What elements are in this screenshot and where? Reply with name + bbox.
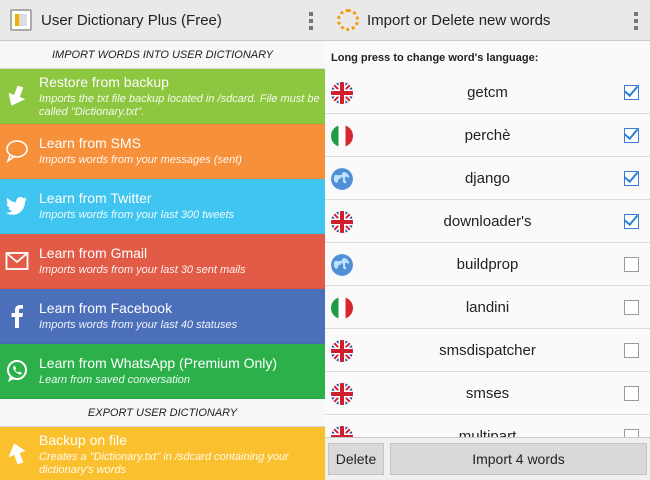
loading-ring-icon bbox=[337, 9, 359, 31]
menu-item-title: Learn from Twitter bbox=[39, 190, 152, 206]
menu-item-twitter[interactable]: Learn from Twitter Imports words from you… bbox=[0, 179, 325, 234]
menu-item-facebook[interactable]: Learn from Facebook Imports words from yo… bbox=[0, 289, 325, 344]
italy-flag-icon[interactable] bbox=[331, 297, 353, 319]
menu-item-title: Learn from Gmail bbox=[39, 245, 148, 261]
import-section-header: IMPORT WORDS INTO USER DICTIONARY bbox=[0, 41, 325, 69]
menu-item-sms[interactable]: Learn from SMS Imports words from your me… bbox=[0, 124, 325, 179]
app-title: User Dictionary Plus (Free) bbox=[41, 11, 222, 29]
menu-item-title: Learn from Facebook bbox=[39, 300, 173, 316]
import-delete-title: Import or Delete new words bbox=[367, 11, 551, 29]
globe-icon[interactable] bbox=[331, 168, 353, 190]
word-row[interactable]: buildprop bbox=[325, 243, 650, 286]
overflow-menu-icon[interactable] bbox=[634, 12, 638, 30]
uk-flag-icon[interactable] bbox=[331, 211, 353, 233]
menu-item-backup[interactable]: Backup on file Creates a "Dictionary.txt"… bbox=[0, 427, 325, 480]
word-checkbox[interactable] bbox=[624, 214, 639, 229]
twitter-bird-icon bbox=[5, 194, 29, 218]
uk-flag-icon[interactable] bbox=[331, 340, 353, 362]
import-words-button[interactable]: Import 4 words bbox=[390, 443, 647, 475]
delete-button[interactable]: Delete bbox=[328, 443, 384, 475]
word-list: getcm perchè django downloader's buildprop la… bbox=[325, 71, 650, 458]
word-checkbox[interactable] bbox=[624, 85, 639, 100]
word-text: downloader's bbox=[443, 212, 532, 230]
word-text: landini bbox=[465, 298, 510, 316]
word-text: smsdispatcher bbox=[439, 341, 536, 359]
whatsapp-phone-icon bbox=[5, 359, 29, 383]
word-row[interactable]: smsdispatcher bbox=[325, 329, 650, 372]
word-text: smses bbox=[465, 384, 510, 402]
menu-item-subtitle: Imports words from your last 300 tweets bbox=[39, 209, 235, 221]
right-action-bar: Import or Delete new words bbox=[325, 0, 650, 41]
menu-item-title: Backup on file bbox=[39, 431, 127, 448]
envelope-icon bbox=[5, 249, 29, 273]
arrow-down-icon bbox=[5, 84, 29, 108]
overflow-menu-icon[interactable] bbox=[309, 12, 313, 30]
menu-item-subtitle: Imports words from your last 40 statuses bbox=[39, 319, 238, 331]
word-checkbox[interactable] bbox=[624, 171, 639, 186]
menu-item-title: Learn from SMS bbox=[39, 135, 141, 151]
word-row[interactable]: downloader's bbox=[325, 200, 650, 243]
word-row[interactable]: landini bbox=[325, 286, 650, 329]
word-checkbox[interactable] bbox=[624, 343, 639, 358]
export-section-header: EXPORT USER DICTIONARY bbox=[0, 399, 325, 427]
action-button-bar: Delete Import 4 words bbox=[325, 437, 650, 480]
arrow-up-icon bbox=[5, 442, 29, 466]
left-action-bar: User Dictionary Plus (Free) bbox=[0, 0, 325, 41]
italy-flag-icon[interactable] bbox=[331, 125, 353, 147]
menu-item-subtitle: Learn from saved conversation bbox=[39, 374, 191, 386]
word-list-hint: Long press to change word's language: bbox=[331, 52, 539, 64]
facebook-f-icon bbox=[5, 304, 29, 328]
globe-icon[interactable] bbox=[331, 254, 353, 276]
word-import-pane: Import or Delete new words Long press to… bbox=[325, 0, 650, 480]
export-menu: Backup on file Creates a "Dictionary.txt"… bbox=[0, 427, 325, 480]
menu-item-subtitle: Imports words from your messages (sent) bbox=[39, 154, 242, 166]
word-checkbox[interactable] bbox=[624, 386, 639, 401]
word-row[interactable]: smses bbox=[325, 372, 650, 415]
app-dictionary-icon bbox=[10, 9, 32, 31]
sms-bubble-icon bbox=[5, 139, 29, 163]
menu-item-title: Restore from backup bbox=[39, 73, 169, 90]
word-checkbox[interactable] bbox=[624, 300, 639, 315]
word-text: getcm bbox=[467, 83, 508, 101]
menu-item-restore[interactable]: Restore from backup Imports the txt file … bbox=[0, 69, 325, 124]
word-row[interactable]: getcm bbox=[325, 71, 650, 114]
word-row[interactable]: django bbox=[325, 157, 650, 200]
menu-item-gmail[interactable]: Learn from Gmail Imports words from your … bbox=[0, 234, 325, 289]
word-row[interactable]: perchè bbox=[325, 114, 650, 157]
word-text: perchè bbox=[464, 126, 511, 144]
menu-item-whatsapp[interactable]: Learn from WhatsApp (Premium Only) Learn … bbox=[0, 344, 325, 399]
uk-flag-icon[interactable] bbox=[331, 82, 353, 104]
word-checkbox[interactable] bbox=[624, 257, 639, 272]
word-checkbox[interactable] bbox=[624, 128, 639, 143]
menu-item-subtitle: Imports words from your last 30 sent mai… bbox=[39, 264, 246, 276]
menu-item-title: Learn from WhatsApp (Premium Only) bbox=[39, 355, 278, 371]
uk-flag-icon[interactable] bbox=[331, 383, 353, 405]
menu-item-subtitle: Imports the txt file backup located in /… bbox=[39, 92, 320, 118]
menu-item-subtitle: Creates a "Dictionary.txt" in /sdcard co… bbox=[39, 450, 289, 476]
word-text: django bbox=[464, 169, 511, 187]
word-text: buildprop bbox=[456, 255, 519, 273]
dictionary-menu-pane: User Dictionary Plus (Free) IMPORT WORDS… bbox=[0, 0, 325, 480]
import-menu: Restore from backup Imports the txt file … bbox=[0, 69, 325, 399]
